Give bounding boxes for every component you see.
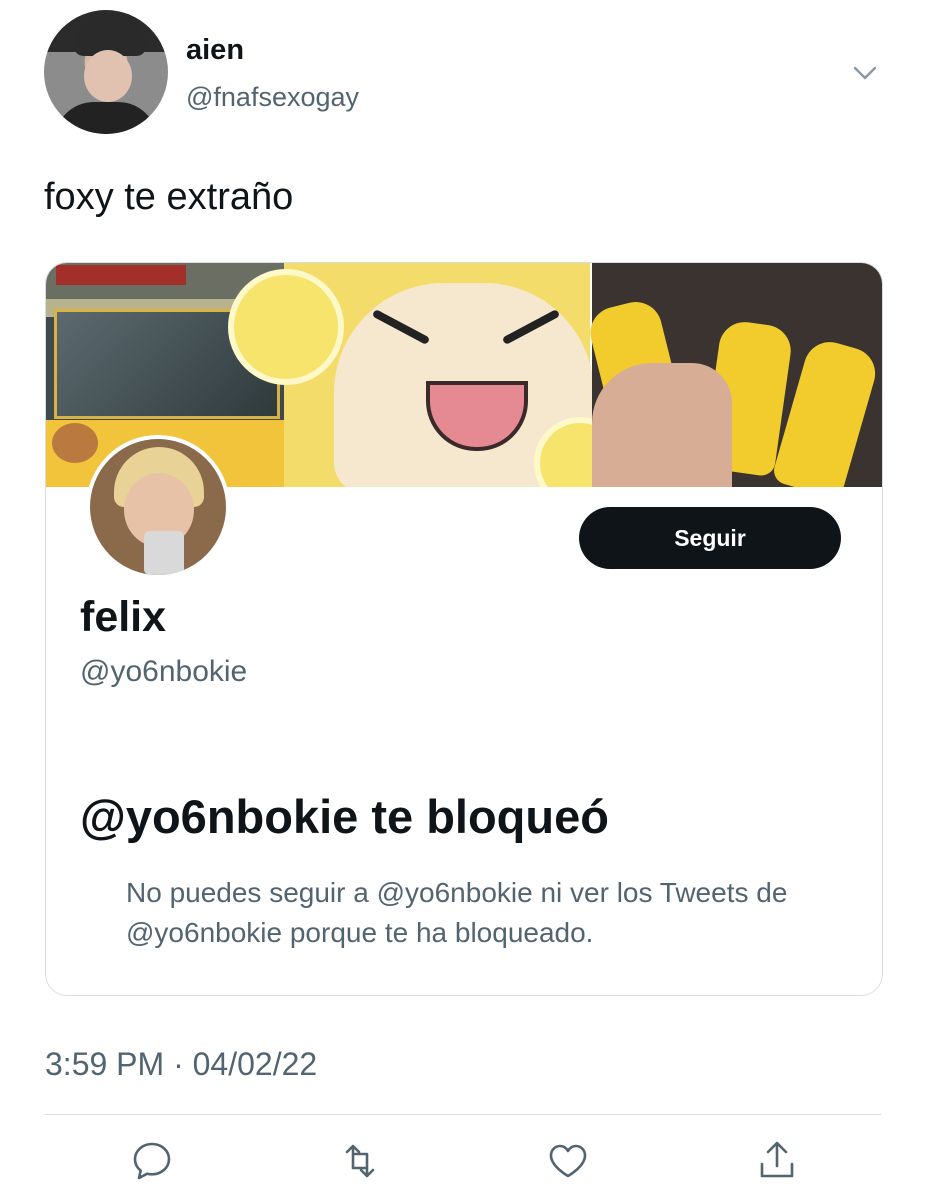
heart-icon[interactable]: [545, 1138, 591, 1184]
tweet-header: aien @fnafsexogay: [44, 10, 884, 134]
divider: [45, 1114, 881, 1115]
blocked-title: @yo6nbokie te bloqueó: [80, 790, 609, 843]
share-icon[interactable]: [754, 1138, 800, 1184]
retweet-icon[interactable]: [337, 1138, 383, 1184]
chevron-down-icon[interactable]: [850, 58, 880, 88]
blocked-description: No puedes seguir a @yo6nbokie ni ver los…: [126, 877, 788, 948]
action-bar: [0, 1138, 926, 1188]
profile-name: felix: [80, 593, 167, 641]
tweet-timestamp[interactable]: 3:59 PM · 04/02/22: [45, 1046, 317, 1083]
author-handle[interactable]: @fnafsexogay: [186, 82, 359, 113]
follow-button: Seguir: [579, 507, 841, 569]
reply-icon[interactable]: [129, 1138, 175, 1184]
author-name[interactable]: aien: [186, 34, 244, 67]
profile-avatar: [86, 435, 230, 579]
tweet-text: foxy te extraño: [44, 176, 294, 218]
screenshot-card[interactable]: Seguir felix @yo6nbokie @yo6nbokie te bl…: [45, 262, 883, 996]
author-avatar[interactable]: [44, 10, 168, 134]
profile-handle: @yo6nbokie: [80, 655, 248, 688]
